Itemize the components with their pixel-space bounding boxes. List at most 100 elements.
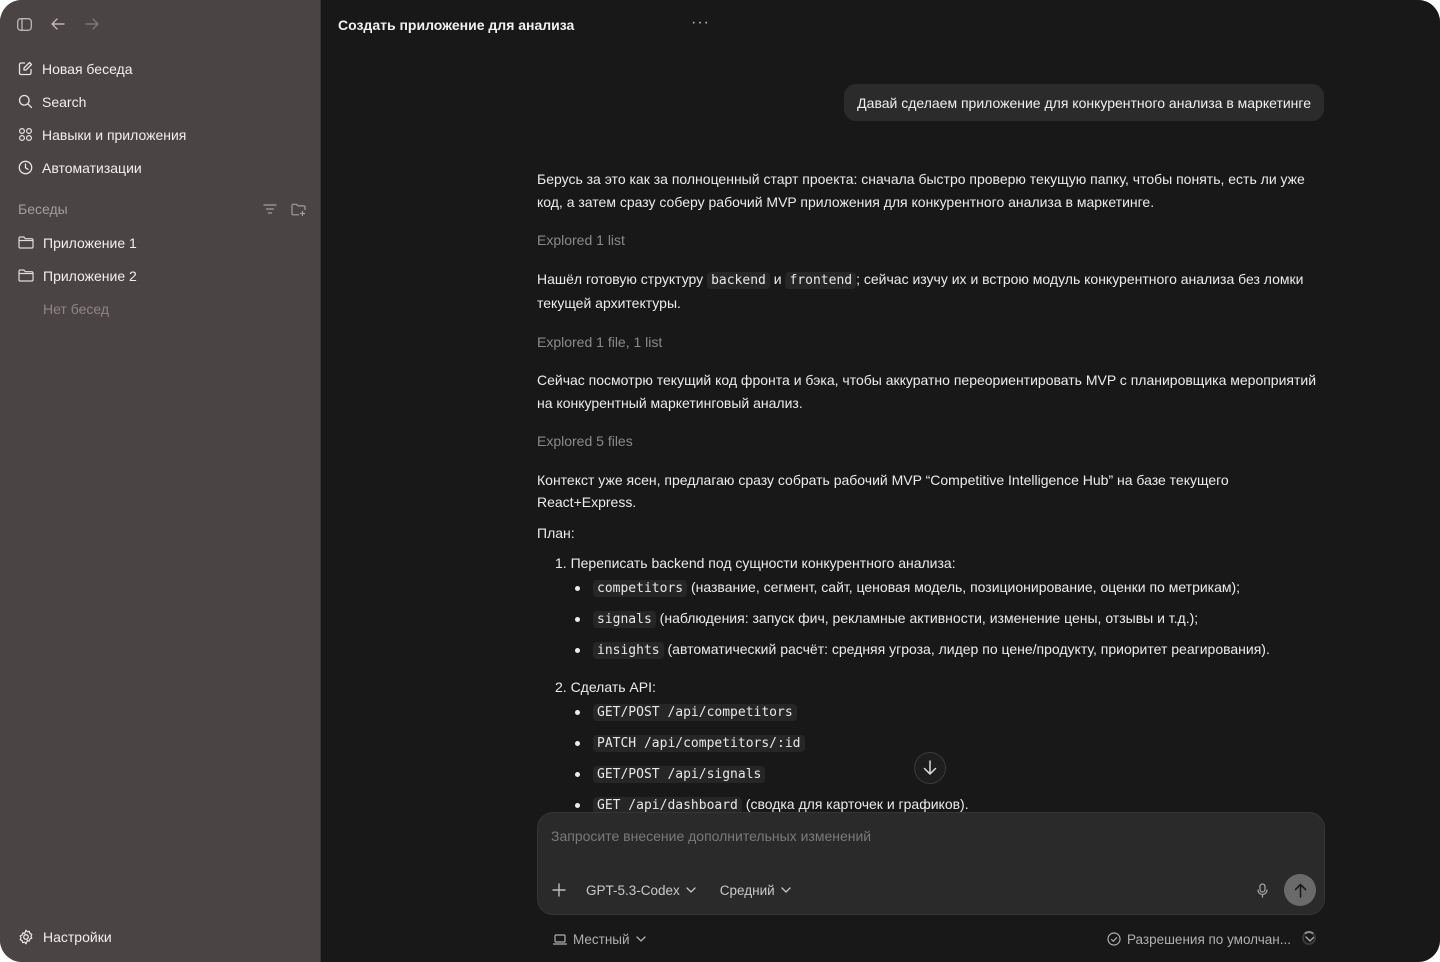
more-options-icon[interactable]: ··· <box>691 14 710 32</box>
plan-step-list: competitors (название, сегмент, сайт, це… <box>575 576 1327 663</box>
assistant-paragraph: Сейчас посмотрю текущий код фронта и бэк… <box>537 372 1317 411</box>
list-item: GET/POST /api/competitors <box>575 700 1327 725</box>
chevron-down-icon <box>686 887 696 893</box>
permissions-label: Разрешения по умолчан... <box>1126 931 1291 947</box>
sidebar-item-label: Приложение 1 <box>43 234 137 251</box>
list-item-text: (автоматический расчёт: средняя угроза, … <box>663 640 1270 657</box>
list-item: GET/POST /api/signals <box>575 762 1327 787</box>
plan-step: 1. Переписать backend под сущности конку… <box>555 552 1327 662</box>
chevron-down-icon <box>635 936 646 942</box>
settings-label: Настройки <box>43 929 112 945</box>
conversations-section-header: Беседы <box>18 196 306 222</box>
assistant-message: Берусь за это как за полноценный старт п… <box>537 168 1327 831</box>
inline-code: signals <box>593 610 656 628</box>
explored-summary[interactable]: Explored 1 file, 1 list <box>537 331 1327 354</box>
user-message: Давай сделаем приложение для конкурентно… <box>844 84 1324 121</box>
forward-arrow-icon[interactable] <box>82 14 102 34</box>
inline-code: competitors <box>593 579 688 597</box>
list-item: PATCH /api/competitors/:id <box>575 731 1327 756</box>
edit-icon <box>18 61 33 76</box>
filter-icon[interactable] <box>263 203 277 215</box>
list-item: competitors (название, сегмент, сайт, це… <box>575 576 1327 601</box>
explored-summary[interactable]: Explored 1 list <box>537 229 1327 252</box>
folder-icon <box>18 269 34 282</box>
arrow-down-icon <box>923 760 937 775</box>
list-item: signals (наблюдения: запуск фич, рекламн… <box>575 607 1327 632</box>
send-button[interactable] <box>1284 874 1316 906</box>
sidebar-item-label: Автоматизации <box>42 159 142 176</box>
settings-button[interactable]: Настройки <box>10 924 310 950</box>
plan-label: План: <box>537 524 575 541</box>
sidebar-item-label: Приложение 2 <box>43 267 137 284</box>
assistant-paragraph: Нашёл готовую структуру backend и fronte… <box>537 268 1327 315</box>
sidebar-toggle-icon[interactable] <box>14 14 34 34</box>
message-composer[interactable]: Запросите внесение дополнительных измене… <box>537 812 1325 915</box>
sidebar-item-automations[interactable]: Автоматизации <box>10 151 310 184</box>
app-window: Новая беседа Search Навыки и приложения … <box>0 0 1440 962</box>
inline-code: GET/POST /api/signals <box>593 765 766 783</box>
model-label: GPT-5.3-Codex <box>586 882 680 898</box>
loading-spinner-icon <box>1302 931 1316 945</box>
sidebar-item-search[interactable]: Search <box>10 85 310 118</box>
sidebar-item-label: Навыки и приложения <box>42 126 187 143</box>
chat-main: Создать приложение для анализа ··· Давай… <box>321 0 1440 962</box>
microphone-icon[interactable] <box>1257 882 1268 898</box>
model-selector[interactable]: GPT-5.3-Codex <box>586 883 696 898</box>
search-icon <box>18 94 33 109</box>
text-segment: и <box>769 270 786 287</box>
inline-code: PATCH /api/competitors/:id <box>593 734 805 752</box>
new-folder-icon[interactable] <box>291 203 306 216</box>
permissions-selector[interactable]: Разрешения по умолчан... <box>1107 932 1315 947</box>
folder-icon <box>18 236 34 249</box>
empty-conversations-text: Нет бесед <box>43 301 110 317</box>
composer-toolbar: GPT-5.3-Codex Средний <box>552 874 1316 906</box>
text-segment: Нашёл готовую структуру <box>537 270 708 287</box>
plan-step-title: 2. Сделать API: <box>555 679 656 695</box>
chat-header: Создать приложение для анализа <box>321 0 1440 50</box>
effort-label: Средний <box>719 882 775 898</box>
scroll-to-bottom-button[interactable] <box>914 752 946 784</box>
plan-step-title: 1. Переписать backend под сущности конку… <box>555 555 956 571</box>
gear-icon <box>19 929 33 945</box>
environment-selector[interactable]: Местный <box>553 932 646 947</box>
attach-button[interactable] <box>552 883 566 897</box>
inline-code: GET /api/dashboard <box>593 796 742 814</box>
sidebar-item-new-chat[interactable]: Новая беседа <box>10 52 310 85</box>
sidebar-item-project-2[interactable]: Приложение 2 <box>10 259 310 292</box>
laptop-icon <box>553 933 567 945</box>
sidebar-item-label: Новая беседа <box>42 60 133 77</box>
window-controls <box>14 14 102 34</box>
list-item-text: (название, сегмент, сайт, ценовая модель… <box>687 578 1241 595</box>
clock-icon <box>18 160 33 175</box>
sidebar-nav: Новая беседа Search Навыки и приложения … <box>10 52 310 184</box>
assistant-paragraph: Контекст уже ясен, предлагаю сразу собра… <box>537 471 1229 511</box>
assistant-paragraph: Берусь за это как за полноценный старт п… <box>537 171 1305 210</box>
inline-code: backend <box>707 271 770 289</box>
sidebar: Новая беседа Search Навыки и приложения … <box>0 0 321 962</box>
list-item: insights (автоматический расчёт: средняя… <box>575 638 1327 663</box>
arrow-up-icon <box>1294 883 1306 898</box>
shield-icon <box>1107 932 1121 946</box>
environment-label: Местный <box>573 931 630 947</box>
sidebar-item-label: Search <box>42 93 87 110</box>
plan-step: 2. Сделать API: GET/POST /api/competitor… <box>555 676 1327 817</box>
section-title: Беседы <box>18 201 68 217</box>
plus-icon <box>552 883 566 897</box>
list-item-text: (сводка для карточек и графиков). <box>741 795 969 812</box>
explored-summary[interactable]: Explored 5 files <box>537 430 1327 453</box>
project-list: Приложение 1 Приложение 2 Нет бесед <box>10 226 310 326</box>
inline-code: insights <box>593 641 664 659</box>
back-arrow-icon[interactable] <box>48 14 68 34</box>
effort-selector[interactable]: Средний <box>720 883 791 898</box>
grid-icon <box>18 127 33 142</box>
list-item-text: (наблюдения: запуск фич, рекламные актив… <box>655 609 1199 626</box>
composer-footer: Местный Разрешения по умолчан... <box>553 928 1315 950</box>
inline-code: GET/POST /api/competitors <box>593 703 797 721</box>
composer-input[interactable]: Запросите внесение дополнительных измене… <box>551 828 871 844</box>
chat-title: Создать приложение для анализа <box>338 17 575 33</box>
sidebar-item-skills[interactable]: Навыки и приложения <box>10 118 310 151</box>
plan-step-list: GET/POST /api/competitors PATCH /api/com… <box>575 700 1327 818</box>
inline-code: frontend <box>785 271 857 289</box>
chevron-down-icon <box>781 887 791 893</box>
sidebar-item-project-1[interactable]: Приложение 1 <box>10 226 310 259</box>
